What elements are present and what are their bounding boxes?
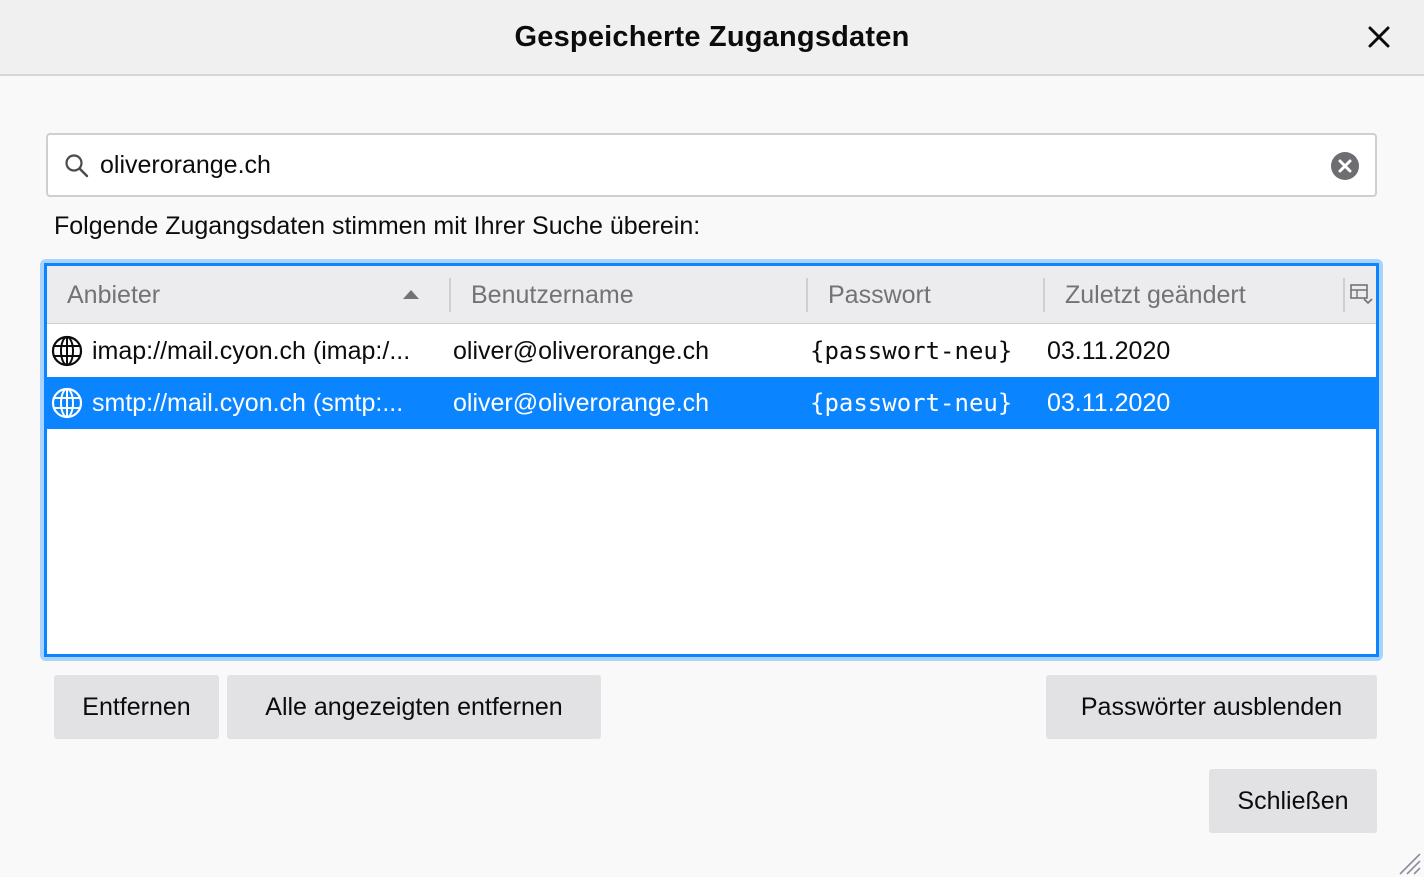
column-divider[interactable] — [806, 278, 808, 312]
cell-username: oliver@oliverorange.ch — [453, 337, 710, 365]
cell-provider: imap://mail.cyon.ch (imap:/... — [92, 337, 411, 365]
column-header-username[interactable]: Benutzername — [471, 266, 634, 324]
globe-icon — [51, 335, 83, 367]
cell-password: {passwort-neu} — [810, 389, 1013, 417]
column-divider[interactable] — [449, 278, 451, 312]
title-bar: Gespeicherte Zugangsdaten — [0, 0, 1424, 76]
table-row-selected[interactable]: smtp://mail.cyon.ch (smtp:... oliver@oli… — [47, 377, 1376, 429]
hide-passwords-button[interactable]: Passwörter ausblenden — [1046, 675, 1377, 739]
logins-table-focus-ring: Anbieter Benutzername Passwort Zuletzt g… — [40, 259, 1383, 661]
cell-provider: smtp://mail.cyon.ch (smtp:... — [92, 389, 404, 417]
cell-changed: 03.11.2020 — [1047, 389, 1171, 417]
resize-grip-icon[interactable] — [1394, 848, 1422, 876]
remove-button[interactable]: Entfernen — [54, 675, 219, 739]
column-divider[interactable] — [1043, 278, 1045, 312]
sort-ascending-icon — [403, 290, 419, 299]
logins-table[interactable]: Anbieter Benutzername Passwort Zuletzt g… — [44, 263, 1379, 657]
search-icon — [65, 154, 89, 178]
column-header-changed[interactable]: Zuletzt geändert — [1065, 266, 1246, 324]
column-header-provider[interactable]: Anbieter — [67, 266, 160, 324]
search-field[interactable] — [46, 133, 1377, 197]
window-title: Gespeicherte Zugangsdaten — [514, 21, 910, 53]
search-input[interactable] — [100, 143, 1300, 187]
cell-username: oliver@oliverorange.ch — [453, 389, 710, 417]
table-row[interactable]: imap://mail.cyon.ch (imap:/... oliver@ol… — [47, 325, 1376, 377]
column-header-password[interactable]: Passwort — [828, 266, 931, 324]
remove-all-button[interactable]: Alle angezeigten entfernen — [227, 675, 601, 739]
table-header: Anbieter Benutzername Passwort Zuletzt g… — [47, 266, 1376, 324]
column-divider — [1343, 278, 1345, 312]
globe-icon — [51, 387, 83, 419]
close-icon[interactable] — [1362, 20, 1396, 54]
match-description: Folgende Zugangsdaten stimmen mit Ihrer … — [54, 212, 701, 240]
cell-password: {passwort-neu} — [810, 337, 1013, 365]
column-picker-icon[interactable] — [1349, 282, 1373, 306]
clear-circle-icon[interactable] — [1330, 151, 1360, 181]
cell-changed: 03.11.2020 — [1047, 337, 1171, 365]
close-button[interactable]: Schließen — [1209, 769, 1377, 833]
